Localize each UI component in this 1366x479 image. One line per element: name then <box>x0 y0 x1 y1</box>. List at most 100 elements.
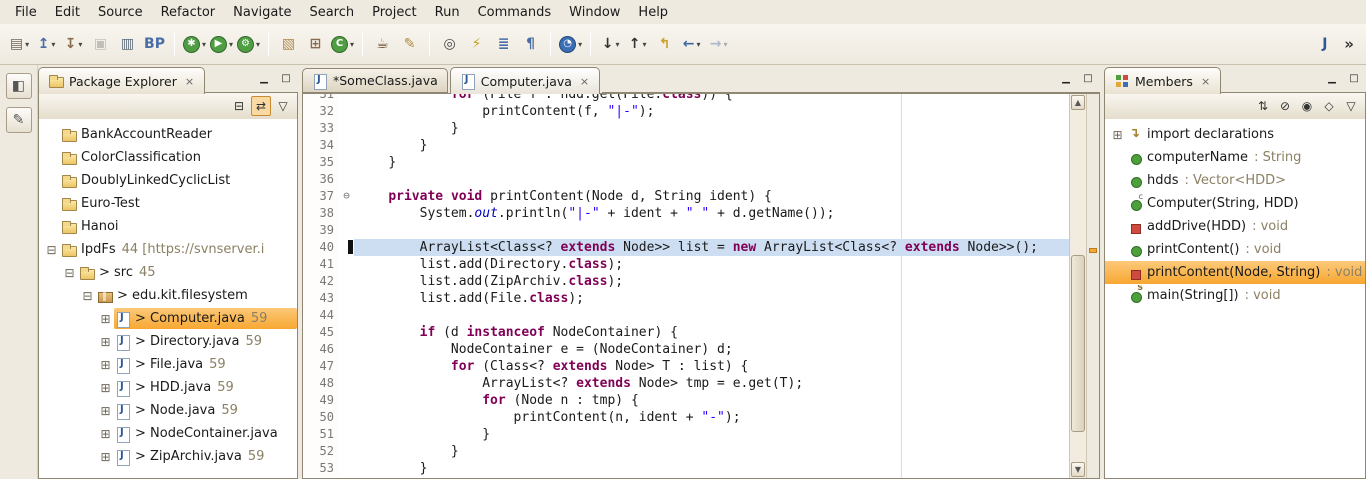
scroll-down-button[interactable]: ▼ <box>1071 462 1085 477</box>
member-item[interactable]: Computer(String, HDD) <box>1105 192 1365 215</box>
tree-item[interactable]: Hanoi <box>39 215 297 238</box>
menu-file[interactable]: File <box>6 2 46 23</box>
tree-item[interactable]: DoublyLinkedCyclicList <box>39 169 297 192</box>
maximize-view-button[interactable]: □ <box>277 71 295 87</box>
link-with-editor-button[interactable]: ⇄ <box>251 96 271 116</box>
scroll-up-button[interactable]: ▲ <box>1071 95 1085 110</box>
member-item[interactable]: main(String[]): void <box>1105 284 1365 307</box>
tree-expander-icon[interactable]: ⊞ <box>97 312 114 326</box>
menu-help[interactable]: Help <box>629 2 677 23</box>
console-button[interactable]: ≣ <box>491 32 516 57</box>
code-line[interactable]: 36 <box>303 171 1069 188</box>
code-line[interactable]: 49 for (Node n : tmp) { <box>303 392 1069 409</box>
tree-expander-icon[interactable]: ⊞ <box>97 450 114 464</box>
tree-item[interactable]: ColorClassification <box>39 146 297 169</box>
jar-export-button[interactable]: ☕ <box>370 32 395 57</box>
last-edit-location-button[interactable]: ↰ <box>652 32 677 57</box>
java-editor[interactable]: 31 for (File f : hdd.get(File.class)) {3… <box>302 93 1100 479</box>
member-item[interactable]: printContent(Node, String): void <box>1105 261 1365 284</box>
next-annotation-button[interactable]: ↓▾ <box>598 32 623 57</box>
tree-item[interactable]: ⊞> ZipArchiv.java59 <box>39 445 297 468</box>
member-expander-icon[interactable]: ⊞ <box>1109 128 1126 142</box>
code-line[interactable]: 44 <box>303 307 1069 324</box>
run-button[interactable]: ▶▾ <box>209 32 234 57</box>
code-line[interactable]: 43 list.add(File.class); <box>303 290 1069 307</box>
minimize-view-button[interactable]: ▁ <box>1323 71 1341 87</box>
code-line[interactable]: 35 } <box>303 154 1069 171</box>
member-item[interactable]: computerName: String <box>1105 146 1365 169</box>
tree-item[interactable]: ⊞> HDD.java59 <box>39 376 297 399</box>
view-menu-button[interactable]: ▽ <box>273 96 293 116</box>
hide-fields-button[interactable]: ⊘ <box>1275 96 1295 116</box>
code-line[interactable]: 38 System.out.println("|-" + ident + " "… <box>303 205 1069 222</box>
code-line[interactable]: 51 } <box>303 426 1069 443</box>
show-whitespace-button[interactable]: ¶ <box>518 32 543 57</box>
member-item[interactable]: printContent(): void <box>1105 238 1365 261</box>
editor-tab[interactable]: Computer.java× <box>450 67 600 94</box>
code-line[interactable]: 50 printContent(n, ident + "-"); <box>303 409 1069 426</box>
skip-breakpoints-button[interactable]: BP <box>142 32 167 57</box>
maximize-editor-button[interactable]: □ <box>1079 71 1097 87</box>
search-button[interactable]: ◎ <box>437 32 462 57</box>
code-line[interactable]: 45 if (d instanceof NodeContainer) { <box>303 324 1069 341</box>
tree-expander-icon[interactable]: ⊟ <box>79 289 96 303</box>
member-item[interactable]: addDrive(HDD): void <box>1105 215 1365 238</box>
menu-commands[interactable]: Commands <box>469 2 561 23</box>
sort-members-button[interactable]: ⇅ <box>1253 96 1273 116</box>
menu-search[interactable]: Search <box>300 2 363 23</box>
previous-annotation-button[interactable]: ↑▾ <box>625 32 650 57</box>
web-browser-button[interactable]: ◔▾ <box>558 32 583 57</box>
restore-views-button[interactable]: ◧ <box>6 73 32 99</box>
tree-expander-icon[interactable]: ⊞ <box>97 404 114 418</box>
tree-expander-icon[interactable]: ⊟ <box>61 266 78 280</box>
minimize-view-button[interactable]: ▁ <box>255 71 273 87</box>
code-line[interactable]: 32 printContent(f, "|-"); <box>303 103 1069 120</box>
tree-item[interactable]: ⊟> src45 <box>39 261 297 284</box>
code-column[interactable]: 31 for (File f : hdd.get(File.class)) {3… <box>303 94 1069 478</box>
external-tools-button[interactable]: ⚙▾ <box>236 32 261 57</box>
menu-window[interactable]: Window <box>560 2 629 23</box>
tree-expander-icon[interactable]: ⊞ <box>97 358 114 372</box>
tree-item[interactable]: ⊞> File.java59 <box>39 353 297 376</box>
back-button[interactable]: ←▾ <box>679 32 704 57</box>
tree-item[interactable]: BankAccountReader <box>39 123 297 146</box>
close-view-icon[interactable]: × <box>1200 75 1211 88</box>
tree-item[interactable]: Euro-Test <box>39 192 297 215</box>
fold-collapse-icon[interactable]: ⊖ <box>339 188 354 205</box>
member-item[interactable]: ⊞import declarations <box>1105 123 1365 146</box>
member-item[interactable]: hdds: Vector<HDD> <box>1105 169 1365 192</box>
code-line[interactable]: 42 list.add(ZipArchiv.class); <box>303 273 1069 290</box>
code-line[interactable]: 31 for (File f : hdd.get(File.class)) { <box>303 94 1069 103</box>
overview-ruler[interactable] <box>1086 94 1099 478</box>
svn-commit-button[interactable]: ↥▾ <box>34 32 59 57</box>
collapse-all-button[interactable]: ⊟ <box>229 96 249 116</box>
code-line[interactable]: 47 for (Class<? extends Node> T : list) … <box>303 358 1069 375</box>
maximize-view-button[interactable]: □ <box>1345 71 1363 87</box>
new-class-button[interactable]: C▾ <box>330 32 355 57</box>
menu-project[interactable]: Project <box>363 2 425 23</box>
new-package-button[interactable]: ⊞ <box>303 32 328 57</box>
hide-non-public-button[interactable]: ◇ <box>1319 96 1339 116</box>
new-wizard-button[interactable]: ▤▾ <box>7 32 32 57</box>
code-line[interactable]: 39 <box>303 222 1069 239</box>
menu-edit[interactable]: Edit <box>46 2 89 23</box>
toolbar-overflow-chevron[interactable]: » <box>1338 35 1360 53</box>
tree-expander-icon[interactable]: ⊞ <box>97 381 114 395</box>
menu-refactor[interactable]: Refactor <box>152 2 225 23</box>
tree-item[interactable]: ⊞> Directory.java59 <box>39 330 297 353</box>
view-menu-button[interactable]: ▽ <box>1341 96 1361 116</box>
tree-item[interactable]: ⊞> Node.java59 <box>39 399 297 422</box>
minimized-view-button[interactable]: ✎ <box>6 107 32 133</box>
tree-expander-icon[interactable]: ⊞ <box>97 335 114 349</box>
svn-update-button[interactable]: ↧▾ <box>61 32 86 57</box>
tree-item[interactable]: ⊞> Computer.java59 <box>39 307 297 330</box>
menu-navigate[interactable]: Navigate <box>224 2 300 23</box>
code-line[interactable]: 53 } <box>303 460 1069 477</box>
code-line[interactable]: 37⊖ private void printContent(Node d, St… <box>303 188 1069 205</box>
tree-expander-icon[interactable]: ⊞ <box>97 427 114 441</box>
tree-item[interactable]: ⊟IpdFs44 [https://svnserver.i <box>39 238 297 261</box>
tree-expander-icon[interactable]: ⊟ <box>43 243 60 257</box>
code-line[interactable]: 34 } <box>303 137 1069 154</box>
print-button[interactable]: ▥ <box>115 32 140 57</box>
code-line[interactable]: 41 list.add(Directory.class); <box>303 256 1069 273</box>
